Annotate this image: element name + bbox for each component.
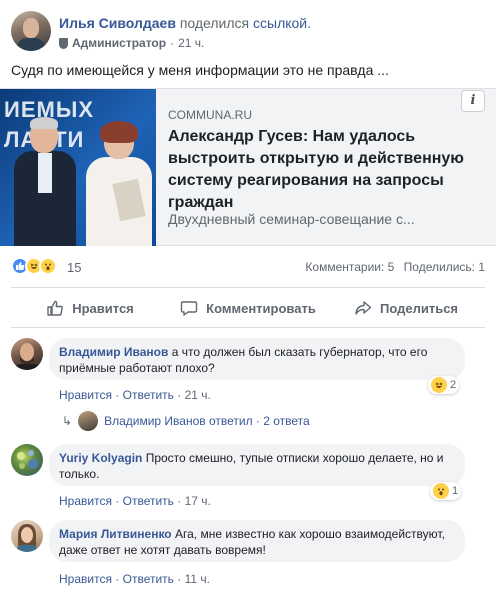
info-icon[interactable]: i — [461, 90, 485, 112]
comment-time[interactable]: 21 ч. — [185, 388, 211, 402]
share-label: Поделиться — [379, 300, 459, 316]
reply-thread-text: Владимир Иванов ответил · 2 ответа — [104, 414, 310, 428]
comment-actions: Нравится · Ответить · 21 ч. — [59, 388, 211, 402]
divider-top — [11, 287, 485, 288]
reaction-icons[interactable] — [11, 257, 57, 275]
comment-author[interactable]: Владимир Иванов — [59, 345, 168, 359]
comment-time[interactable]: 17 ч. — [185, 494, 211, 508]
comment-reaction-count: 2 — [450, 379, 457, 391]
post-stats: 15 Комментарии: 5 Поделились: 1 — [11, 257, 485, 277]
wow-icon — [39, 257, 57, 275]
comment-like-link[interactable]: Нравится — [59, 388, 112, 402]
divider-bottom — [11, 327, 485, 328]
link-body: COMMUNA.RU Александр Гусев: Нам удалось … — [168, 89, 488, 246]
post-meta: Администратор · 21 ч. — [59, 36, 204, 50]
comment-bubble: Владимир Иванов а что должен был сказать… — [49, 338, 465, 380]
post-header: Илья Сиволдаев поделился ссылкой. Админи… — [11, 11, 485, 53]
shares-count[interactable]: Поделились: 1 — [404, 260, 485, 274]
comment-bubble: Yuriy Kolyagin Просто смешно, тупые отпи… — [49, 444, 465, 486]
like-label: Нравится — [72, 300, 134, 316]
comment-actions: Нравится · Ответить · 17 ч. — [59, 494, 211, 508]
comment-reaction[interactable]: 1 — [430, 482, 462, 500]
comment-like-link[interactable]: Нравится — [59, 572, 112, 586]
link-thumbnail[interactable]: ИЕМЫХ ЛАСТИ — [0, 89, 156, 246]
author-role: Администратор — [72, 36, 167, 50]
post-time[interactable]: 21 ч. — [178, 36, 204, 50]
comment-bubble: Мария Литвиненко Ага, мне известно как х… — [49, 520, 465, 562]
author-avatar[interactable] — [11, 11, 51, 51]
comment-author[interactable]: Yuriy Kolyagin — [59, 451, 142, 465]
comment-like-link[interactable]: Нравится — [59, 494, 112, 508]
reply-thread-link[interactable]: ↳ Владимир Иванов ответил · 2 ответа — [62, 411, 310, 431]
comment-item: Владимир Иванов а что должен был сказать… — [11, 338, 485, 404]
comment-icon — [180, 299, 198, 317]
comment-author[interactable]: Мария Литвиненко — [59, 527, 172, 541]
comment-reply-link[interactable]: Ответить — [123, 572, 174, 586]
link-description: Двухдневный семинар-совещание с... — [168, 211, 415, 227]
comments-count[interactable]: Комментарии: 5 — [305, 260, 394, 274]
comment-reaction[interactable]: 2 — [428, 376, 460, 394]
link-preview-card[interactable]: ИЕМЫХ ЛАСТИ COMMUNA.RU Александр Гусев: … — [0, 88, 496, 246]
stats-right: Комментарии: 5 Поделились: 1 — [305, 260, 485, 274]
comment-time[interactable]: 11 ч. — [185, 572, 210, 586]
avatar-face — [23, 18, 39, 38]
comment-reply-link[interactable]: Ответить — [123, 494, 174, 508]
comment-label: Комментировать — [206, 300, 316, 316]
post-text: Судя по имеющейся у меня информации это … — [11, 62, 389, 78]
share-icon — [354, 299, 372, 317]
link-domain: COMMUNA.RU — [168, 108, 252, 122]
wow-icon — [433, 483, 449, 499]
shared-text: поделился — [179, 15, 250, 31]
author-line: Илья Сиволдаев поделился ссылкой. — [59, 15, 311, 31]
avatar-body — [17, 38, 45, 51]
comment-avatar[interactable] — [11, 520, 43, 552]
author-name[interactable]: Илья Сиволдаев — [59, 15, 176, 31]
comment-item: Yuriy Kolyagin Просто смешно, тупые отпи… — [11, 444, 485, 510]
shared-link[interactable]: ссылкой. — [253, 15, 311, 31]
share-button[interactable]: Поделиться — [327, 292, 485, 324]
comment-actions: Нравится · Ответить · 11 ч. — [59, 572, 211, 586]
comment-avatar[interactable] — [11, 338, 43, 370]
comment-reply-link[interactable]: Ответить — [123, 388, 174, 402]
reaction-count[interactable]: 15 — [67, 260, 81, 275]
thumbs-up-icon — [46, 299, 64, 317]
thumbnail-woman-figure — [86, 121, 152, 246]
link-title[interactable]: Александр Гусев: Нам удалось выстроить о… — [168, 126, 480, 214]
meta-separator: · — [170, 36, 175, 50]
comment-item: Мария Литвиненко Ага, мне известно как х… — [11, 520, 485, 586]
action-bar: Нравится Комментировать Поделиться — [11, 292, 485, 324]
comment-reaction-count: 1 — [452, 485, 459, 497]
haha-icon — [431, 377, 447, 393]
shield-icon — [59, 37, 68, 49]
comment-button[interactable]: Комментировать — [169, 292, 327, 324]
reply-arrow-icon: ↳ — [62, 414, 73, 428]
comment-avatar[interactable] — [11, 444, 43, 476]
reply-avatar — [78, 411, 99, 431]
thumbnail-man-figure — [14, 117, 76, 246]
like-button[interactable]: Нравится — [11, 292, 169, 324]
